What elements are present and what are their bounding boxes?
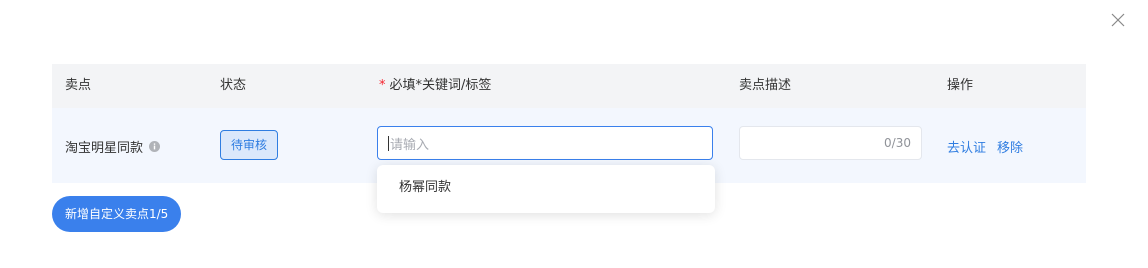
keyword-placeholder: 请输入: [390, 137, 430, 153]
header-status: 状态: [220, 78, 247, 93]
table-header: 卖点 状态 * 必填*关键词/标签 卖点描述 操作: [52, 64, 1086, 108]
header-keyword-label: 必填*关键词/标签: [389, 78, 492, 93]
text-caret: [388, 135, 389, 151]
header-description: 卖点描述: [739, 78, 792, 93]
keyword-suggestion-dropdown: 杨幂同款: [377, 165, 715, 213]
point-name: 淘宝明星同款: [65, 141, 144, 156]
header-point: 卖点: [65, 78, 92, 93]
dialog: 卖点 状态 * 必填*关键词/标签 卖点描述 操作 淘宝明星同款 待审核 请输入…: [0, 0, 1148, 268]
info-icon[interactable]: [149, 141, 161, 152]
required-star: *: [379, 78, 386, 93]
description-input[interactable]: 0/30: [739, 126, 922, 160]
add-custom-point-button[interactable]: 新增自定义卖点1/5: [52, 196, 182, 232]
char-counter: 0/30: [884, 136, 911, 150]
certify-link[interactable]: 去认证: [947, 137, 986, 156]
suggestion-option[interactable]: 杨幂同款: [399, 165, 451, 213]
header-keyword: * 必填*关键词/标签: [379, 64, 491, 108]
close-icon[interactable]: [1108, 10, 1128, 30]
remove-link[interactable]: 移除: [997, 137, 1023, 156]
header-actions: 操作: [947, 78, 974, 93]
status-badge: 待审核: [220, 130, 279, 160]
keyword-input[interactable]: 请输入: [377, 126, 713, 160]
point-name-cell: 淘宝明星同款: [65, 137, 161, 156]
